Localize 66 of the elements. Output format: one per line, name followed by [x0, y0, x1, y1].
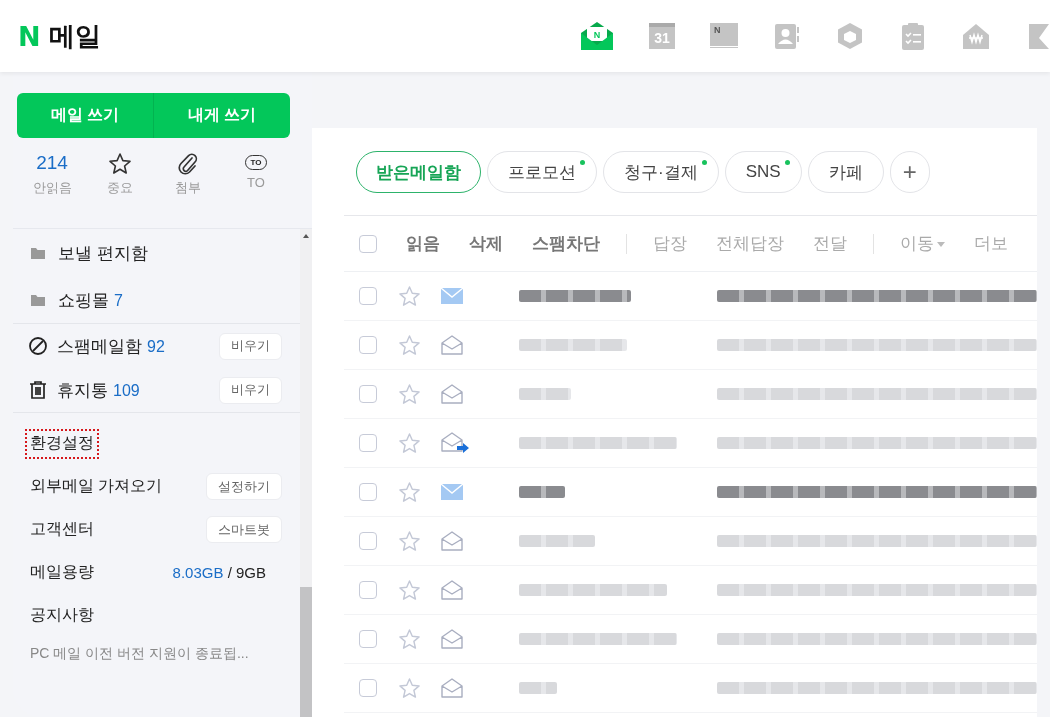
- app-title: 메일: [48, 19, 101, 53]
- star-icon[interactable]: [108, 152, 132, 176]
- folder-icon: [31, 247, 45, 259]
- note-icon[interactable]: N: [710, 23, 738, 49]
- scroll-up-icon[interactable]: [303, 234, 309, 238]
- mail-checkbox[interactable]: [359, 385, 377, 403]
- menu-item[interactable]: 외부메일 가져오기: [30, 476, 163, 497]
- notice-link[interactable]: PC 메일 이전 버전 지원이 종료됩...: [30, 645, 249, 663]
- shortcut-label: 안읽음: [32, 179, 72, 197]
- mail-checkbox[interactable]: [359, 581, 377, 599]
- shortcut-label: 첨부: [175, 179, 201, 197]
- section-title[interactable]: 공지사항: [25, 600, 99, 631]
- mail-checkbox[interactable]: [359, 679, 377, 697]
- mailbox-tab[interactable]: 받은메일함: [356, 151, 481, 193]
- folder-item[interactable]: 휴지통 109: [57, 378, 210, 402]
- select-all-checkbox[interactable]: [359, 234, 377, 253]
- mail-checkbox[interactable]: [359, 532, 377, 550]
- mailbox-tab[interactable]: 청구·결제: [603, 151, 719, 193]
- blurred-sender: [519, 486, 565, 498]
- add-tab-button[interactable]: +: [889, 151, 930, 193]
- toolbar-button[interactable]: 삭제: [469, 232, 503, 255]
- star-icon[interactable]: [398, 431, 421, 455]
- storage-usage: 8.03GB / 9GB: [172, 564, 266, 581]
- folder-icon: [31, 294, 45, 306]
- menu-item[interactable]: 고객센터: [30, 519, 94, 540]
- star-icon[interactable]: [398, 627, 421, 651]
- mail-checkbox[interactable]: [359, 336, 377, 354]
- scrollbar[interactable]: [300, 229, 312, 717]
- toolbar-button[interactable]: 읽음: [406, 232, 440, 255]
- mail-checkbox[interactable]: [359, 483, 377, 501]
- cube-icon[interactable]: [836, 22, 864, 50]
- mailbox-tab[interactable]: 카페: [807, 151, 884, 193]
- folder-item[interactable]: 쇼핑몰 7: [58, 288, 282, 312]
- blocked-icon: [28, 336, 48, 356]
- star-icon[interactable]: [398, 284, 421, 308]
- house-icon[interactable]: [962, 22, 990, 50]
- section-title[interactable]: 환경설정: [25, 428, 99, 459]
- star-icon[interactable]: [398, 578, 421, 602]
- mail-checkbox[interactable]: [359, 434, 377, 452]
- contact-card-icon[interactable]: [773, 22, 801, 50]
- action-button[interactable]: 스마트봇: [206, 516, 282, 543]
- star-icon[interactable]: [398, 529, 421, 553]
- star-icon[interactable]: [398, 480, 421, 504]
- blurred-sender: [519, 682, 557, 694]
- checklist-icon[interactable]: [899, 22, 927, 50]
- shortcut-label: 중요: [107, 179, 133, 197]
- folder-item[interactable]: 스팸메일함 92: [57, 334, 210, 358]
- blurred-sender: [519, 388, 571, 400]
- empty-button[interactable]: 비우기: [219, 332, 282, 360]
- empty-button[interactable]: 비우기: [219, 376, 282, 404]
- folder-item[interactable]: 보낼 편지함: [58, 241, 282, 265]
- star-icon[interactable]: [398, 333, 421, 357]
- trash-icon: [28, 380, 48, 400]
- storage-label: 메일용량: [30, 562, 94, 582]
- mail-checkbox[interactable]: [359, 287, 377, 305]
- shortcut-label: TO: [247, 175, 265, 190]
- unread-count[interactable]: 214: [36, 152, 68, 176]
- mailbox-tab[interactable]: 프로모션: [487, 151, 597, 193]
- mailbox-tab[interactable]: SNS: [724, 151, 802, 193]
- mail-checkbox[interactable]: [359, 630, 377, 648]
- action-button[interactable]: 설정하기: [206, 473, 282, 500]
- toolbar-button[interactable]: 스팸차단: [532, 232, 600, 255]
- star-icon[interactable]: [398, 676, 421, 700]
- caret-icon: [937, 242, 945, 247]
- star-icon[interactable]: [398, 382, 421, 406]
- paperclip-icon[interactable]: [176, 152, 200, 176]
